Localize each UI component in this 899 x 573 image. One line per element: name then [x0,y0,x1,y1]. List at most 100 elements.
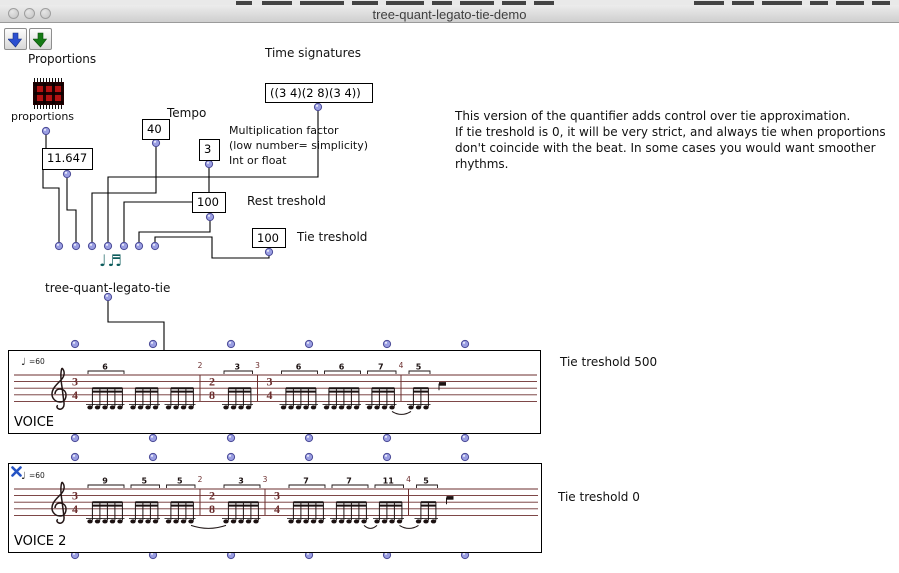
svg-text:8: 8 [209,502,215,516]
voice2-notation: ♩=60349552283334771145 [9,464,541,552]
connection-port[interactable] [63,170,70,177]
tree-quant-legato-tie-function[interactable]: tree-quant-legato-tie [45,281,170,295]
connection-port[interactable] [227,340,234,347]
svg-text:4: 4 [406,475,411,484]
svg-text:5: 5 [177,477,183,486]
svg-text:4: 4 [274,502,280,516]
tie-treshold-value-box[interactable]: 100 [252,228,286,248]
svg-text:11: 11 [383,477,395,486]
tie-treshold-0-annotation: Tie treshold 0 [558,490,640,504]
svg-text:2: 2 [209,375,215,389]
connection-port[interactable] [314,103,321,110]
connection-port[interactable] [71,340,78,347]
svg-text:8: 8 [209,388,215,402]
connection-port[interactable] [383,434,390,441]
svg-text:=60: =60 [29,471,45,480]
connection-port[interactable] [135,242,142,249]
time-signatures-value-box[interactable]: ((3 4)(2 8)(3 4)) [265,83,373,103]
window-title: tree-quant-legato-tie-demo [0,7,899,22]
svg-text:4: 4 [399,361,404,370]
connection-port[interactable] [151,242,158,249]
mult-factor-label-line3: Int or float [229,154,287,167]
connection-port[interactable] [42,127,49,134]
svg-text:5: 5 [423,477,429,486]
svg-text:7: 7 [378,363,384,372]
connection-port[interactable] [104,242,111,249]
tempo-label: Tempo [167,106,206,120]
connection-port[interactable] [383,340,390,347]
connection-port[interactable] [461,453,468,460]
window-titlebar[interactable]: tree-quant-legato-tie-demo [0,5,899,23]
green-down-arrow-icon [33,32,48,48]
connection-port[interactable] [120,242,127,249]
patch-cord [139,220,210,243]
voice-notation: ♩=60346228333466745 [9,351,540,433]
svg-text:4: 4 [267,388,273,402]
voice2-name: VOICE 2 [14,534,66,549]
svg-text:3: 3 [234,363,240,372]
connection-port[interactable] [305,434,312,441]
connection-port[interactable] [461,434,468,441]
proportions-abstraction-icon[interactable] [33,78,64,109]
connection-port[interactable] [305,340,312,347]
svg-text:3: 3 [263,475,268,484]
green-down-arrow-button[interactable] [29,28,52,50]
svg-text:6: 6 [296,363,302,372]
connection-port[interactable] [71,434,78,441]
connection-port[interactable] [149,453,156,460]
svg-text:6: 6 [102,363,108,372]
svg-text:2: 2 [209,489,215,503]
connection-port[interactable] [461,340,468,347]
connection-port[interactable] [88,242,95,249]
patch-cord [43,170,59,243]
connection-port[interactable] [72,242,79,249]
voice-score-box[interactable]: ♩=60346228333466745 VOICE [8,350,541,434]
mult-factor-label-line1: Multiplication factor [229,124,339,137]
svg-text:5: 5 [416,363,422,372]
svg-text:3: 3 [72,375,78,389]
svg-text:3: 3 [267,375,273,389]
comment-text: This version of the quantifier adds cont… [455,108,899,172]
tie-treshold-label: Tie treshold [297,230,367,244]
connection-port[interactable] [205,160,212,167]
tempo-value-box[interactable]: 40 [142,119,170,140]
time-signatures-label: Time signatures [265,46,361,60]
patch-cord [67,177,76,243]
proportions-box-label: proportions [11,110,74,123]
svg-text:4: 4 [72,502,78,516]
svg-text:♩: ♩ [21,357,26,368]
svg-text:=60: =60 [29,357,45,366]
connection-port[interactable] [227,453,234,460]
connection-port[interactable] [149,340,156,347]
connection-port[interactable] [227,434,234,441]
connection-port[interactable] [265,248,272,255]
svg-text:7: 7 [303,477,309,486]
rest-treshold-label: Rest treshold [247,194,326,208]
svg-text:3: 3 [255,361,260,370]
svg-text:7: 7 [346,477,352,486]
connection-port[interactable] [152,139,159,146]
mult-factor-value-box[interactable]: 3 [199,139,220,161]
patch-cord [92,146,156,243]
svg-text:4: 4 [72,388,78,402]
proportions-value-box[interactable]: 11.647 [42,148,93,170]
connection-port[interactable] [71,453,78,460]
voice-name: VOICE [14,415,54,430]
notes-icon: ♩♬ [99,251,123,270]
connection-port[interactable] [55,242,62,249]
svg-text:3: 3 [274,489,280,503]
connection-port[interactable] [383,453,390,460]
blue-down-arrow-icon [8,32,23,48]
pwgl-patch-window: tree-quant-legato-tie-demo Proportions p… [0,0,899,573]
rest-treshold-value-box[interactable]: 100 [192,192,226,213]
connection-port[interactable] [206,213,213,220]
connection-port[interactable] [305,453,312,460]
svg-text:6: 6 [339,363,345,372]
voice2-score-box[interactable]: ♩=60349552283334771145 VOICE 2 [8,463,542,553]
blue-down-arrow-button[interactable] [4,28,27,50]
svg-text:3: 3 [238,477,244,486]
connection-port[interactable] [149,434,156,441]
svg-text:5: 5 [141,477,147,486]
proportions-title: Proportions [28,52,96,66]
svg-text:2: 2 [198,361,203,370]
